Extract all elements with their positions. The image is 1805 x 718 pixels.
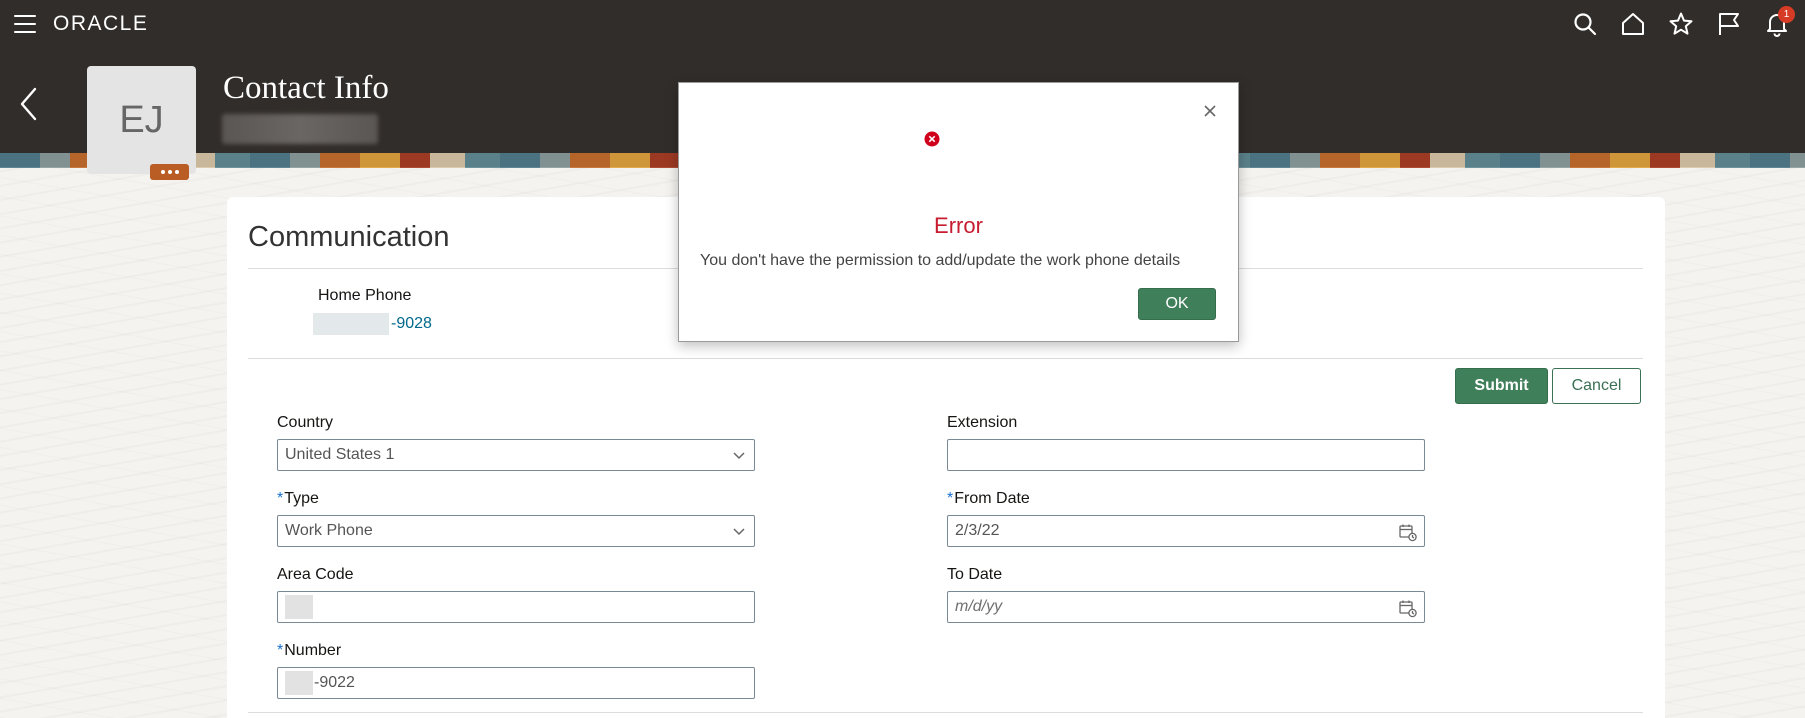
country-select[interactable]: United States 1: [277, 439, 755, 471]
number-input[interactable]: -9022: [277, 667, 755, 699]
to-date-placeholder: m/d/yy: [955, 598, 1003, 615]
redacted-digits: [313, 313, 389, 335]
chevron-down-icon: [733, 528, 745, 536]
error-icon: [924, 131, 940, 147]
required-indicator: *: [947, 490, 954, 507]
type-value: Work Phone: [285, 522, 373, 539]
home-phone-link[interactable]: -9028: [313, 313, 432, 335]
notifications-bell-icon[interactable]: 1: [1763, 6, 1795, 38]
from-date-input[interactable]: 2/3/22: [947, 515, 1425, 547]
calendar-icon[interactable]: [1398, 522, 1418, 542]
from-date-label: *From Date: [947, 490, 1030, 507]
back-arrow-icon[interactable]: [18, 86, 40, 122]
type-label: *Type: [277, 490, 319, 507]
to-date-input[interactable]: m/d/yy: [947, 591, 1425, 623]
favorites-star-icon[interactable]: [1667, 10, 1695, 38]
section-title: Communication: [248, 221, 450, 253]
phone-divider: [248, 358, 1643, 359]
dialog-title: Error: [934, 213, 983, 238]
dialog-message: You don't have the permission to add/upd…: [700, 252, 1181, 269]
more-actions-button[interactable]: [150, 164, 189, 180]
number-label: *Number: [277, 642, 342, 659]
submit-button[interactable]: Submit: [1455, 368, 1548, 404]
global-header: ORACLE 1: [0, 0, 1805, 50]
oracle-logo[interactable]: ORACLE: [53, 12, 148, 36]
home-phone-label: Home Phone: [318, 287, 412, 304]
flag-icon[interactable]: [1715, 10, 1743, 38]
ok-button[interactable]: OK: [1138, 288, 1216, 320]
avatar: EJ: [87, 66, 196, 174]
extension-label: Extension: [947, 414, 1018, 431]
type-select[interactable]: Work Phone: [277, 515, 755, 547]
menu-icon[interactable]: [14, 15, 36, 33]
cancel-button[interactable]: Cancel: [1552, 368, 1641, 404]
home-phone-value[interactable]: -9028: [391, 315, 432, 333]
search-icon[interactable]: [1571, 10, 1599, 38]
required-indicator: *: [277, 490, 284, 507]
country-value: United States 1: [285, 446, 395, 463]
extension-input[interactable]: [947, 439, 1425, 471]
notification-badge: 1: [1778, 6, 1795, 23]
calendar-icon[interactable]: [1398, 598, 1418, 618]
home-icon[interactable]: [1619, 10, 1647, 38]
to-date-label: To Date: [947, 566, 1003, 583]
number-value: -9022: [314, 674, 355, 691]
chevron-down-icon: [733, 452, 745, 460]
close-icon[interactable]: [1200, 101, 1220, 121]
country-label: Country: [277, 414, 334, 431]
area-code-input[interactable]: [277, 591, 755, 623]
page-title: Contact Info: [223, 70, 389, 106]
global-nav-icons: 1: [1571, 6, 1795, 40]
form-divider: [248, 712, 1643, 713]
from-date-value: 2/3/22: [955, 522, 1000, 539]
redacted-digits: [285, 671, 313, 695]
redacted-digits: [285, 595, 313, 619]
area-code-label: Area Code: [277, 566, 354, 583]
redacted-person-name: [222, 114, 378, 144]
required-indicator: *: [277, 642, 284, 659]
